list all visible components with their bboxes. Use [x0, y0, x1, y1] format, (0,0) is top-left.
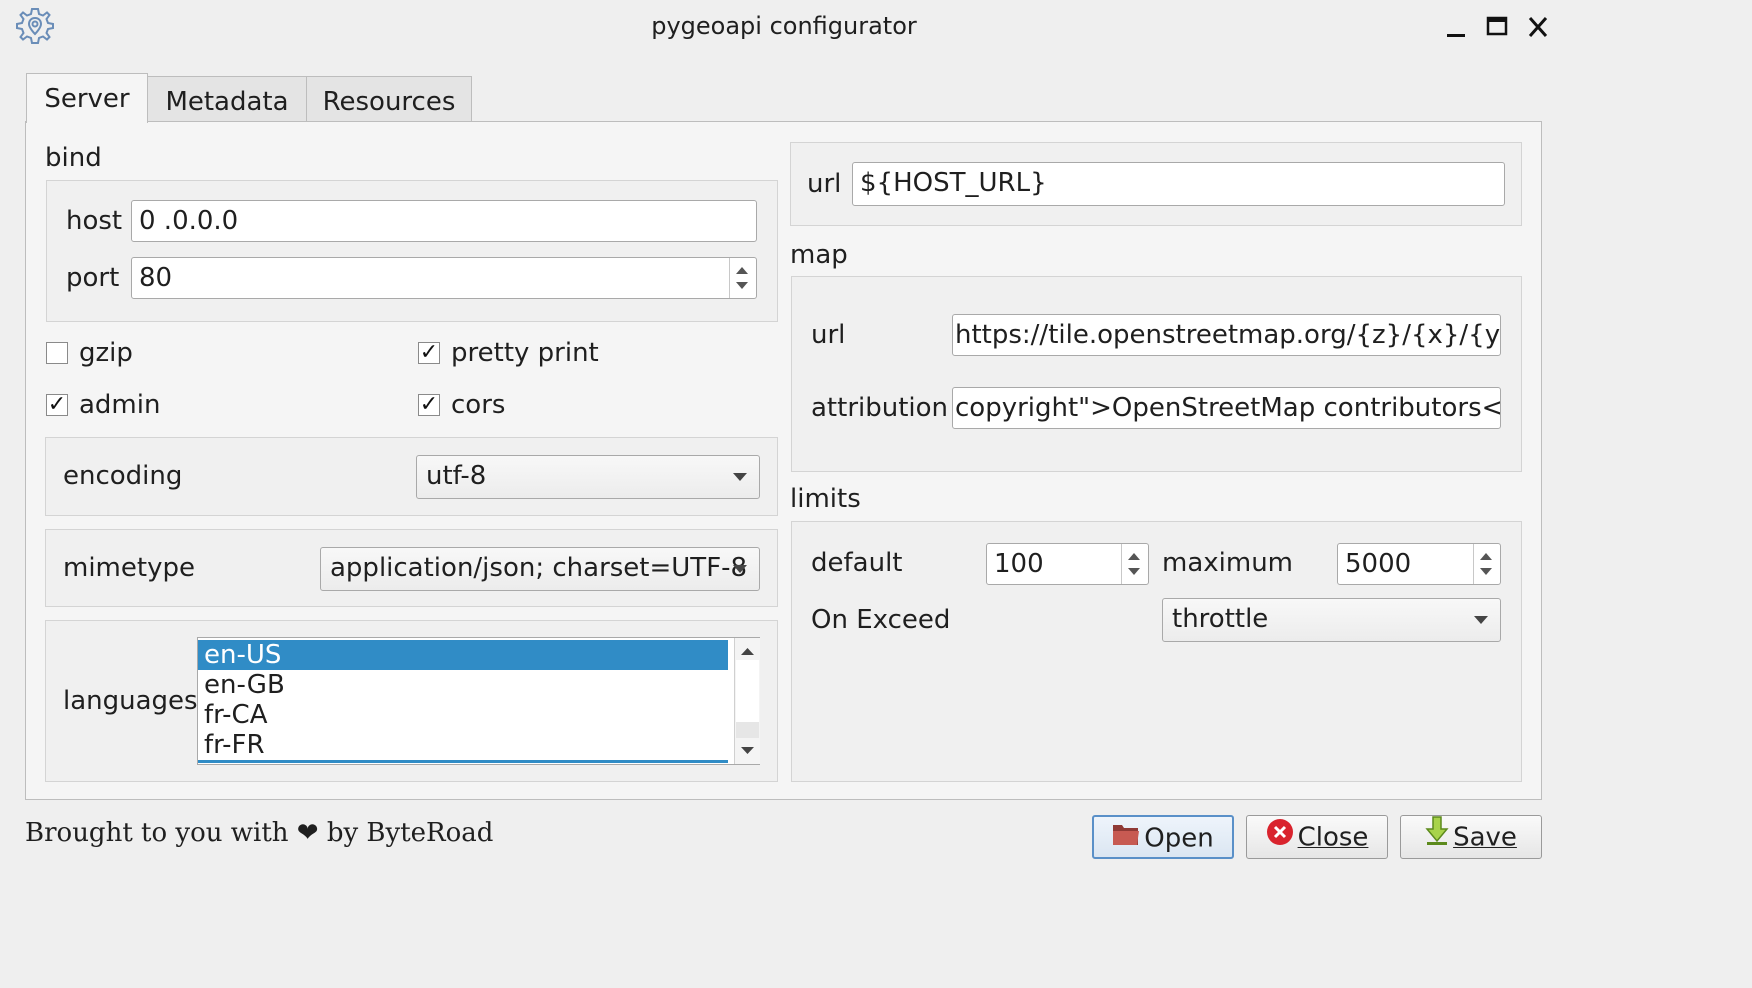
save-button[interactable]: Save: [1400, 815, 1542, 859]
port-stepper[interactable]: [729, 258, 756, 298]
chevron-down-icon: [733, 473, 747, 481]
languages-label: languages: [63, 686, 198, 716]
credit-text: Brought to you with ❤ by ByteRoad: [25, 818, 494, 848]
open-button-label: Open: [1144, 823, 1214, 854]
download-arrow-icon: [1425, 816, 1449, 859]
maximum-value: 5000: [1345, 549, 1412, 579]
default-spinbox[interactable]: 100: [986, 543, 1149, 585]
on-exceed-select[interactable]: throttle: [1162, 598, 1501, 642]
open-button[interactable]: Open: [1092, 815, 1234, 859]
spin-up-icon[interactable]: [1480, 553, 1492, 560]
tab-metadata[interactable]: Metadata: [147, 76, 307, 122]
maximize-button[interactable]: [1480, 12, 1514, 49]
encoding-select[interactable]: utf-8: [416, 455, 760, 499]
on-exceed-label: On Exceed: [811, 605, 951, 635]
encoding-label: encoding: [63, 461, 183, 491]
tab-resources[interactable]: Resources: [306, 76, 472, 122]
mimetype-value: application/json; charset=UTF-8: [330, 553, 748, 583]
spin-up-icon[interactable]: [736, 267, 748, 274]
cors-checkbox[interactable]: ✓: [418, 394, 440, 416]
chevron-down-icon: [1474, 616, 1488, 624]
title-bar: pygeoapi configurator: [0, 0, 1568, 58]
close-icon: [1528, 17, 1548, 37]
minimize-button[interactable]: [1439, 12, 1473, 49]
spin-down-icon[interactable]: [1480, 568, 1492, 575]
window-title: pygeoapi configurator: [651, 12, 917, 40]
tab-server[interactable]: Server: [26, 73, 148, 123]
default-value: 100: [994, 549, 1044, 579]
host-label: host: [66, 206, 123, 236]
url-label: url: [807, 169, 842, 199]
map-url-input[interactable]: https://tile.openstreetmap.org/{z}/{x}/{…: [952, 314, 1501, 356]
gzip-label: gzip: [79, 338, 133, 368]
gzip-checkbox[interactable]: [46, 342, 68, 364]
admin-label: admin: [79, 390, 161, 420]
list-item-en-gb[interactable]: en-GB: [198, 670, 728, 700]
default-label: default: [811, 548, 903, 578]
cors-label: cors: [451, 390, 506, 420]
maximum-stepper[interactable]: [1473, 544, 1500, 584]
mimetype-select[interactable]: application/json; charset=UTF-8: [320, 547, 760, 591]
attribution-input[interactable]: copyright">OpenStreetMap contributors</a…: [952, 387, 1501, 429]
encoding-value: utf-8: [426, 461, 487, 491]
pretty-print-label: pretty print: [451, 338, 599, 368]
bind-group-title: bind: [45, 143, 102, 173]
url-input[interactable]: ${HOST_URL}: [852, 162, 1505, 206]
limits-group-title: limits: [790, 484, 861, 514]
close-circle-icon: [1266, 817, 1294, 859]
close-window-button[interactable]: [1521, 12, 1555, 49]
on-exceed-value: throttle: [1172, 604, 1269, 634]
map-group: [791, 276, 1522, 472]
map-url-label: url: [811, 320, 846, 350]
minimize-icon: [1447, 34, 1465, 37]
spin-up-icon[interactable]: [1128, 553, 1140, 560]
close-button[interactable]: Close: [1246, 815, 1388, 859]
folder-icon: [1112, 818, 1140, 860]
list-item-en-us[interactable]: en-US: [198, 640, 728, 670]
attribution-label: attribution: [811, 393, 949, 423]
maximum-spinbox[interactable]: 5000: [1337, 543, 1501, 585]
languages-list[interactable]: en-US en-GB fr-CA fr-FR: [197, 637, 760, 765]
port-value: 80: [139, 263, 173, 293]
save-button-label: Save: [1453, 822, 1517, 853]
port-label: port: [66, 263, 120, 293]
spin-down-icon[interactable]: [736, 282, 748, 289]
mimetype-label: mimetype: [63, 553, 195, 583]
scroll-arrows-icon: [736, 648, 759, 754]
maximize-icon: [1486, 16, 1508, 36]
list-item-fr-ca[interactable]: fr-CA: [198, 700, 728, 730]
close-button-label: Close: [1297, 822, 1369, 853]
default-stepper[interactable]: [1121, 544, 1148, 584]
maximum-label: maximum: [1162, 548, 1294, 578]
pretty-print-checkbox[interactable]: ✓: [418, 342, 440, 364]
chevron-down-icon: [733, 565, 747, 573]
spin-down-icon[interactable]: [1128, 568, 1140, 575]
list-item-fr-fr[interactable]: fr-FR: [198, 730, 728, 763]
languages-scrollbar[interactable]: [734, 638, 760, 764]
port-spinbox[interactable]: 80: [131, 257, 757, 299]
map-group-title: map: [790, 240, 848, 270]
admin-checkbox[interactable]: ✓: [46, 394, 68, 416]
host-input[interactable]: 0 .0.0.0: [131, 200, 757, 242]
